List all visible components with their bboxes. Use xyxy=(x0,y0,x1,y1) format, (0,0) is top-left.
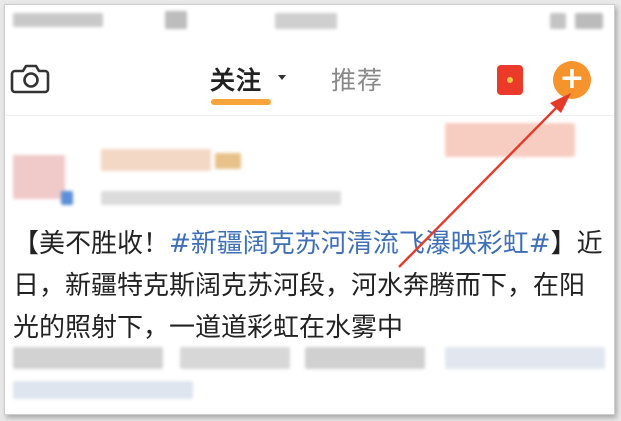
screenshot-frame: 关注 推荐 + 【美不胜收！#新疆阔克苏河清流飞瀑映彩虹#】近日，新疆特克斯阔克… xyxy=(4,4,615,415)
annotation-arrow xyxy=(398,93,571,268)
